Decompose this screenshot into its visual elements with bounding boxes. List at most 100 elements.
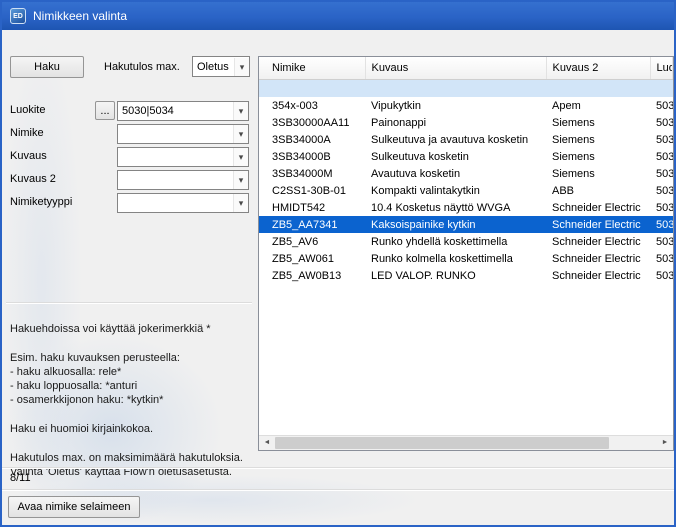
- window-title: Nimikkeen valinta: [33, 9, 127, 23]
- table-row[interactable]: C2SS1-30B-01Kompakti valintakytkinABB503…: [259, 182, 673, 199]
- chevron-down-icon: ▾: [233, 102, 248, 120]
- table-cell: Runko yhdellä koskettimella: [365, 233, 546, 250]
- table-cell: Siemens: [546, 114, 650, 131]
- results-grid: Nimike Kuvaus Kuvaus 2 Luo 354x-003Vipuk…: [259, 57, 673, 284]
- column-header-kuvaus[interactable]: Kuvaus: [365, 57, 546, 79]
- kuvaus2-combo[interactable]: ▾: [117, 170, 249, 190]
- table-cell: Schneider Electric: [546, 267, 650, 284]
- table-cell: C2SS1-30B-01: [259, 182, 365, 199]
- hakutulos-max-combo[interactable]: Oletus ▾: [192, 56, 250, 77]
- table-cell: 3SB34000M: [259, 165, 365, 182]
- column-header-luokite[interactable]: Luo: [650, 57, 673, 79]
- table-cell: Kompakti valintakytkin: [365, 182, 546, 199]
- chevron-down-icon: ▾: [233, 171, 248, 189]
- kuvaus2-label: Kuvaus 2: [10, 173, 56, 185]
- table-cell: Schneider Electric: [546, 216, 650, 233]
- chevron-down-icon: ▾: [233, 148, 248, 166]
- table-cell: 5030: [650, 114, 673, 131]
- hakutulos-max-value: Oletus: [193, 61, 234, 73]
- table-row[interactable]: 3SB30000AA11PainonappiSiemens5030: [259, 114, 673, 131]
- table-row[interactable]: 3SB34000BSulkeutuva kosketinSiemens5030: [259, 148, 673, 165]
- table-cell: 3SB34000A: [259, 131, 365, 148]
- table-cell: Sulkeutuva ja avautuva kosketin: [365, 131, 546, 148]
- status-separator-top: [2, 467, 674, 469]
- table-cell: 354x-003: [259, 97, 365, 114]
- haku-button[interactable]: Haku: [10, 56, 84, 78]
- table-row[interactable]: 3SB34000ASulkeutuva ja avautuva kosketin…: [259, 131, 673, 148]
- table-row[interactable]: 354x-003VipukytkinApem5030: [259, 97, 673, 114]
- table-row[interactable]: ZB5_AV6Runko yhdellä koskettimellaSchnei…: [259, 233, 673, 250]
- table-cell: Runko kolmella koskettimella: [365, 250, 546, 267]
- scroll-left-icon[interactable]: ◄: [259, 436, 275, 450]
- nimike-combo[interactable]: ▾: [117, 124, 249, 144]
- hakutulos-max-label: Hakutulos max.: [104, 61, 180, 73]
- luokite-browse-button[interactable]: ...: [95, 101, 115, 120]
- help-line: Esim. haku kuvauksen perusteella:: [10, 351, 256, 365]
- chevron-down-icon: ▾: [234, 58, 249, 76]
- table-cell: 5030: [650, 250, 673, 267]
- table-cell: ZB5_AW061: [259, 250, 365, 267]
- column-header-nimike[interactable]: Nimike: [259, 57, 365, 79]
- table-cell: 3SB34000B: [259, 148, 365, 165]
- help-line: - osamerkkijonon haku: *kytkin*: [10, 393, 256, 407]
- dialog-body: Haku Hakutulos max. Oletus ▾ Luokite ...…: [2, 30, 674, 525]
- table-cell: 5030: [650, 267, 673, 284]
- open-item-browser-button[interactable]: Avaa nimike selaimeen: [8, 496, 140, 518]
- table-cell: Siemens: [546, 165, 650, 182]
- table-cell: 5030: [650, 131, 673, 148]
- status-count: 8/11: [10, 472, 31, 484]
- nimiketyyppi-combo[interactable]: ▾: [117, 193, 249, 213]
- scrollbar-thumb[interactable]: [275, 437, 609, 449]
- scroll-right-icon[interactable]: ►: [657, 436, 673, 450]
- table-header-row: Nimike Kuvaus Kuvaus 2 Luo: [259, 57, 673, 79]
- table-row[interactable]: 3SB34000MAvautuva kosketinSiemens5030: [259, 165, 673, 182]
- table-cell: ZB5_AV6: [259, 233, 365, 250]
- table-cell: 5030: [650, 165, 673, 182]
- left-panel-separator: [6, 302, 252, 304]
- table-row[interactable]: ZB5_AA7341Kaksoispainike kytkinSchneider…: [259, 216, 673, 233]
- table-cell: Avautuva kosketin: [365, 165, 546, 182]
- table-cell: 5030: [650, 182, 673, 199]
- table-cell: 5030: [650, 148, 673, 165]
- table-cell: Siemens: [546, 148, 650, 165]
- title-bar[interactable]: ED Nimikkeen valinta: [2, 2, 674, 30]
- nimiketyyppi-label: Nimiketyyppi: [10, 196, 72, 208]
- results-table: Nimike Kuvaus Kuvaus 2 Luo 354x-003Vipuk…: [258, 56, 674, 451]
- help-line: Haku ei huomioi kirjainkokoa.: [10, 422, 256, 436]
- table-cell: 10.4 Kosketus näyttö WVGA: [365, 199, 546, 216]
- empty-highlight-row[interactable]: [259, 79, 673, 97]
- table-cell: Siemens: [546, 131, 650, 148]
- luokite-label: Luokite: [10, 104, 45, 116]
- table-cell: Painonappi: [365, 114, 546, 131]
- help-line: - haku loppuosalla: *anturi: [10, 379, 256, 393]
- table-body: 354x-003VipukytkinApem50303SB30000AA11Pa…: [259, 79, 673, 284]
- help-line: Hakutulos max. on maksimimäärä hakutulok…: [10, 451, 256, 465]
- help-text: Hakuehdoissa voi käyttää jokerimerkkiä *…: [10, 322, 256, 479]
- table-cell: LED VALOP. RUNKO: [365, 267, 546, 284]
- table-cell: 3SB30000AA11: [259, 114, 365, 131]
- help-line: - haku alkuosalla: rele*: [10, 365, 256, 379]
- table-row[interactable]: HMIDT54210.4 Kosketus näyttö WVGASchneid…: [259, 199, 673, 216]
- kuvaus-combo[interactable]: ▾: [117, 147, 249, 167]
- table-cell: 5030: [650, 97, 673, 114]
- luokite-value: 5030|5034: [118, 105, 233, 117]
- table-cell: Kaksoispainike kytkin: [365, 216, 546, 233]
- table-row[interactable]: ZB5_AW061Runko kolmella koskettimellaSch…: [259, 250, 673, 267]
- table-cell: Schneider Electric: [546, 233, 650, 250]
- table-cell: Sulkeutuva kosketin: [365, 148, 546, 165]
- table-cell: ABB: [546, 182, 650, 199]
- chevron-down-icon: ▾: [233, 194, 248, 212]
- table-cell: ZB5_AW0B13: [259, 267, 365, 284]
- luokite-combo[interactable]: 5030|5034 ▾: [117, 101, 249, 121]
- table-row[interactable]: ZB5_AW0B13LED VALOP. RUNKOSchneider Elec…: [259, 267, 673, 284]
- column-header-kuvaus2[interactable]: Kuvaus 2: [546, 57, 650, 79]
- table-cell: Vipukytkin: [365, 97, 546, 114]
- help-line: Hakuehdoissa voi käyttää jokerimerkkiä *: [10, 322, 256, 336]
- kuvaus-label: Kuvaus: [10, 150, 47, 162]
- nimike-label: Nimike: [10, 127, 44, 139]
- table-cell: 5030: [650, 233, 673, 250]
- table-cell: Apem: [546, 97, 650, 114]
- horizontal-scrollbar[interactable]: ◄ ►: [259, 435, 673, 450]
- table-cell: ZB5_AA7341: [259, 216, 365, 233]
- table-cell: Schneider Electric: [546, 199, 650, 216]
